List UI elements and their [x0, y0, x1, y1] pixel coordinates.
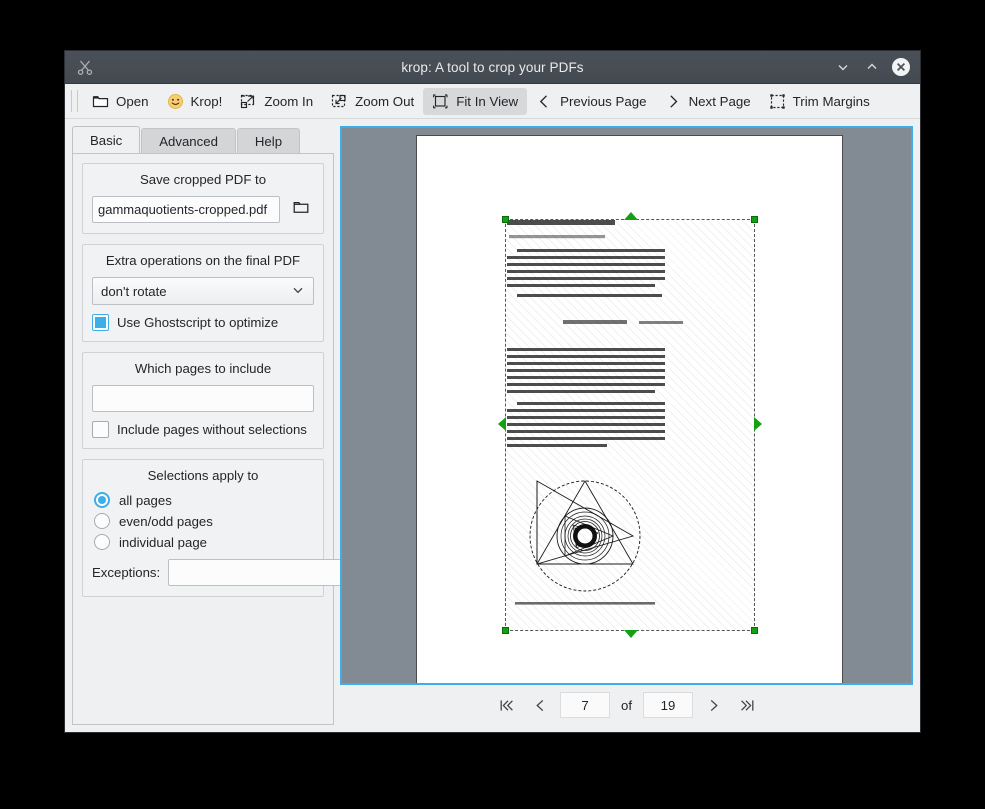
krop-window: krop: A tool to crop your PDFs	[64, 50, 921, 733]
exceptions-input[interactable]	[168, 559, 356, 586]
zoom-in-button[interactable]: Zoom In	[231, 88, 322, 115]
previous-page-nav-button[interactable]	[526, 692, 554, 718]
radio-all-pages[interactable]: all pages	[94, 492, 314, 508]
page-navigation-bar: 7 of 19	[340, 685, 913, 725]
which-pages-group: Which pages to include Include pages wit…	[82, 352, 324, 449]
trim-margins-button[interactable]: Trim Margins	[760, 88, 879, 115]
close-icon[interactable]	[888, 54, 914, 80]
previous-page-label: Previous Page	[560, 94, 646, 109]
output-filename-input[interactable]: gammaquotients-cropped.pdf	[92, 196, 280, 223]
extra-group-title: Extra operations on the final PDF	[92, 253, 314, 268]
scissors-icon	[75, 57, 95, 77]
pdf-viewer-area: 7 of 19	[340, 126, 913, 725]
chevron-down-icon	[291, 283, 305, 300]
ghostscript-label: Use Ghostscript to optimize	[117, 315, 278, 330]
include-without-selections-row[interactable]: Include pages without selections	[92, 421, 314, 438]
fit-in-view-label: Fit In View	[456, 94, 518, 109]
selections-apply-to-group: Selections apply to all pages even/odd p…	[82, 459, 324, 597]
open-label: Open	[116, 94, 149, 109]
next-page-label: Next Page	[689, 94, 751, 109]
title-bar[interactable]: krop: A tool to crop your PDFs	[65, 51, 920, 84]
radio-all-pages-indicator[interactable]	[94, 492, 110, 508]
crop-handle-top-right[interactable]	[751, 216, 758, 223]
rotate-select-value: don't rotate	[101, 284, 167, 299]
save-path-row: gammaquotients-cropped.pdf	[92, 196, 314, 223]
exceptions-row: Exceptions:	[92, 559, 314, 586]
chevron-right-icon	[665, 93, 682, 110]
basic-tab-panel: Save cropped PDF to gammaquotients-cropp…	[72, 153, 334, 725]
zoom-out-label: Zoom Out	[355, 94, 414, 109]
crop-handle-top-left[interactable]	[502, 216, 509, 223]
window-controls	[830, 54, 914, 80]
radio-even-odd-pages[interactable]: even/odd pages	[94, 513, 314, 529]
last-page-button[interactable]	[733, 692, 761, 718]
crop-handle-top-center[interactable]	[624, 212, 638, 220]
zoom-in-icon	[240, 93, 257, 110]
settings-sidebar: Basic Advanced Help Save cropped PDF to …	[72, 126, 334, 725]
crop-handle-bottom-right[interactable]	[751, 627, 758, 634]
folder-icon	[292, 198, 310, 221]
tab-basic[interactable]: Basic	[72, 126, 140, 153]
trim-margins-label: Trim Margins	[793, 94, 870, 109]
next-page-button[interactable]: Next Page	[656, 88, 760, 115]
crop-handle-bottom-left[interactable]	[502, 627, 509, 634]
krop-label: Krop!	[191, 94, 223, 109]
include-without-selections-checkbox[interactable]	[92, 421, 109, 438]
zoom-out-button[interactable]: Zoom Out	[322, 88, 423, 115]
tab-advanced[interactable]: Advanced	[141, 128, 236, 153]
extra-operations-group: Extra operations on the final PDF don't …	[82, 244, 324, 342]
next-page-nav-button[interactable]	[699, 692, 727, 718]
window-body: Basic Advanced Help Save cropped PDF to …	[65, 119, 920, 732]
zoom-in-label: Zoom In	[264, 94, 313, 109]
first-page-button[interactable]	[492, 692, 520, 718]
fit-in-view-icon	[432, 93, 449, 110]
pdf-viewport[interactable]	[340, 126, 913, 685]
crop-handle-right-center[interactable]	[754, 417, 762, 431]
toolbar-grip[interactable]	[71, 90, 78, 112]
maximize-icon[interactable]	[859, 54, 885, 80]
output-filename-value: gammaquotients-cropped.pdf	[98, 202, 267, 217]
smiley-face-icon	[167, 93, 184, 110]
open-button[interactable]: Open	[83, 88, 158, 115]
ghostscript-checkbox-row[interactable]: Use Ghostscript to optimize	[92, 314, 314, 331]
main-toolbar: Open Krop!	[65, 84, 920, 119]
chevron-left-icon	[536, 93, 553, 110]
fit-in-view-button[interactable]: Fit In View	[423, 88, 527, 115]
browse-folder-button[interactable]	[288, 197, 314, 223]
window-title: krop: A tool to crop your PDFs	[65, 60, 920, 75]
include-without-selections-label: Include pages without selections	[117, 422, 307, 437]
tab-help[interactable]: Help	[237, 128, 300, 153]
radio-individual-label: individual page	[119, 535, 207, 550]
which-pages-input[interactable]	[92, 385, 314, 412]
zoom-out-icon	[331, 93, 348, 110]
crop-handle-left-center[interactable]	[498, 417, 506, 431]
radio-all-pages-label: all pages	[119, 493, 172, 508]
previous-page-button[interactable]: Previous Page	[527, 88, 655, 115]
radio-even-odd-indicator[interactable]	[94, 513, 110, 529]
save-group-title: Save cropped PDF to	[92, 172, 314, 187]
exceptions-label: Exceptions:	[92, 565, 160, 580]
folder-open-icon	[92, 93, 109, 110]
total-pages-field[interactable]: 19	[643, 692, 693, 718]
crop-handle-bottom-center[interactable]	[624, 630, 638, 638]
page-of-label: of	[616, 698, 637, 713]
current-page-input[interactable]: 7	[560, 692, 610, 718]
crop-selection-rectangle[interactable]	[505, 219, 755, 631]
which-pages-row	[92, 385, 314, 412]
rotate-select[interactable]: don't rotate	[92, 277, 314, 305]
which-pages-title: Which pages to include	[92, 361, 314, 376]
trim-margins-icon	[769, 93, 786, 110]
radio-individual-indicator[interactable]	[94, 534, 110, 550]
ghostscript-checkbox[interactable]	[92, 314, 109, 331]
save-cropped-pdf-group: Save cropped PDF to gammaquotients-cropp…	[82, 163, 324, 234]
minimize-icon[interactable]	[830, 54, 856, 80]
pdf-page[interactable]	[416, 135, 843, 685]
radio-individual-page[interactable]: individual page	[94, 534, 314, 550]
sidebar-tabs: Basic Advanced Help	[72, 126, 334, 153]
radio-even-odd-label: even/odd pages	[119, 514, 213, 529]
krop-button[interactable]: Krop!	[158, 88, 232, 115]
selections-apply-title: Selections apply to	[92, 468, 314, 483]
